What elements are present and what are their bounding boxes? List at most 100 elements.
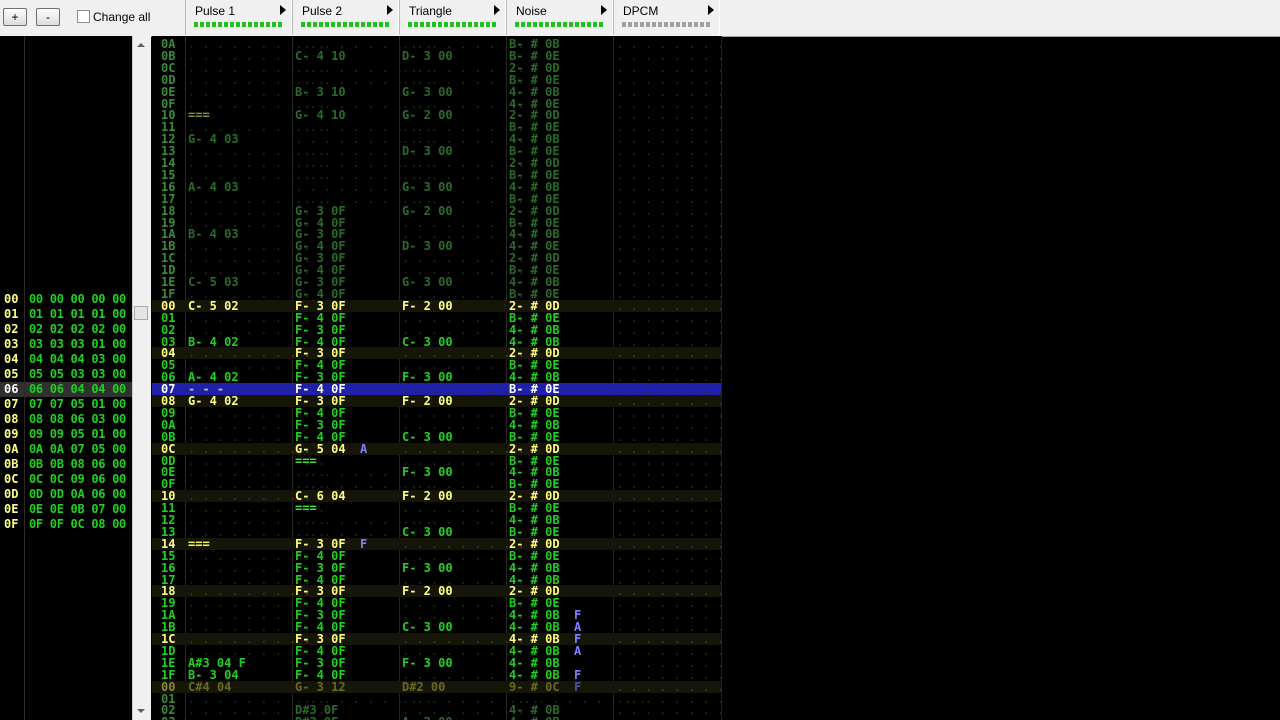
frame-pattern-values: 0B 0B 08 06 00 [29, 457, 126, 471]
scroll-down-arrow-icon[interactable] [137, 709, 145, 713]
frame-pattern-values: 04 04 04 03 00 [29, 352, 126, 366]
frame-list[interactable]: 00 00 00 00 00 00 01 01 01 01 01 00 02 02 02 … [0, 36, 132, 720]
channel-menu-arrow-icon[interactable] [601, 5, 607, 15]
frame-number: 00 [4, 292, 19, 306]
note-cell-dpcm[interactable]: . . . . . . . . . . [616, 312, 722, 324]
channel-menu-arrow-icon[interactable] [494, 5, 500, 15]
note-cell-dpcm[interactable]: . . . . . . . . . . [616, 62, 722, 74]
frame-pattern-values: 0F 0F 0C 08 00 [29, 517, 126, 531]
change-all-label: Change all [93, 10, 151, 24]
frame-row[interactable]: 05 05 05 03 03 00 [0, 367, 132, 382]
row-number: 16 [161, 560, 176, 575]
channel-menu-arrow-icon[interactable] [708, 5, 714, 15]
frame-row[interactable]: 0C 0C 0C 09 06 00 [0, 472, 132, 487]
note-cell-dpcm[interactable]: . . . . . . . . . . [616, 193, 722, 205]
pattern-row[interactable]: 03 . . . . . . . . . . D#3 0F A- 2 00 4- # 0… [152, 716, 722, 720]
row-number: 0D [161, 72, 176, 87]
frame-row[interactable]: 07 07 07 05 01 00 [0, 397, 132, 412]
frame-pattern-values: 03 03 03 01 00 [29, 337, 126, 351]
scroll-thumb[interactable] [134, 306, 148, 320]
change-all-checkbox[interactable]: Change all [77, 10, 150, 24]
frame-number: 05 [4, 367, 19, 381]
row-number: 00 [161, 298, 176, 313]
row-number: 18 [161, 203, 176, 218]
note-cell-dpcm[interactable]: . . . . . . . . . . [616, 205, 722, 217]
channel-header-pulse-1[interactable]: Pulse 1 [185, 0, 292, 35]
note-cell-dpcm[interactable]: . . . . . . . . . . [616, 443, 722, 455]
volume-meter [301, 22, 391, 27]
frame-pattern-values: 06 06 04 04 00 [29, 382, 126, 396]
frame-row[interactable]: 01 01 01 01 01 00 [0, 307, 132, 322]
row-number: 0C [161, 441, 176, 456]
frame-row[interactable]: 09 09 09 05 01 00 [0, 427, 132, 442]
frame-number: 0B [4, 457, 19, 471]
frame-row[interactable]: 03 03 03 03 01 00 [0, 337, 132, 352]
frame-number: 0A [4, 442, 19, 456]
row-number: 1F [161, 667, 176, 682]
note-cell-dpcm[interactable]: . . . . . . . . . . [616, 562, 722, 574]
note-cell-dpcm[interactable]: . . . . . . . . . . [616, 716, 722, 720]
note-cell-noi[interactable]: 4- # 0B [509, 716, 560, 720]
channel-name: Noise [516, 4, 547, 18]
frame-number: 04 [4, 352, 19, 366]
channel-name: DPCM [623, 4, 659, 18]
channel-menu-arrow-icon[interactable] [387, 5, 393, 15]
frame-pattern-values: 0E 0E 0B 07 00 [29, 502, 126, 516]
channel-name: Pulse 1 [195, 4, 236, 18]
note-cell-dpcm[interactable]: . . . . . . . . . . [616, 669, 722, 681]
frame-row[interactable]: 00 00 00 00 00 00 [0, 292, 132, 307]
frame-toolbar: + - Change all [0, 0, 152, 37]
frame-row[interactable]: 02 02 02 02 02 00 [0, 322, 132, 337]
channel-header: Pulse 1 Pulse 2 Triangle Noise DPCM [152, 0, 1280, 37]
channel-header-dpcm[interactable]: DPCM [613, 0, 720, 35]
pattern-editor[interactable]: 0A. . . . . . . . . .. . . . . . . . . .… [152, 36, 722, 720]
frame-number: 01 [4, 307, 19, 321]
volume-meter [194, 22, 284, 27]
frame-row[interactable]: 0A 0A 0A 07 05 00 [0, 442, 132, 457]
scroll-up-arrow-icon[interactable] [137, 43, 145, 47]
note-cell-tri[interactable]: A- 2 00 [402, 716, 453, 720]
checkbox-box[interactable] [77, 10, 90, 23]
frame-row[interactable]: 04 04 04 04 03 00 [0, 352, 132, 367]
note-cell-dpcm[interactable]: . . . . . . . . . . [616, 419, 722, 431]
row-number: 00 [161, 679, 176, 694]
frame-number: 0D [4, 487, 19, 501]
note-cell-dpcm[interactable]: . . . . . . . . . . [616, 181, 722, 193]
remove-frame-button[interactable]: - [36, 8, 60, 26]
frame-pattern-values: 00 00 00 00 00 [29, 292, 126, 306]
frame-number: 0C [4, 472, 19, 486]
note-cell-dpcm[interactable]: . . . . . . . . . . [616, 300, 722, 312]
frame-number: 0F [4, 517, 19, 531]
channel-header-pulse-2[interactable]: Pulse 2 [292, 0, 399, 35]
note-cell-dpcm[interactable]: . . . . . . . . . . [616, 538, 722, 550]
frame-row[interactable]: 0F 0F 0F 0C 08 00 [0, 517, 132, 532]
frame-row[interactable]: 0D 0D 0D 0A 06 00 [0, 487, 132, 502]
channel-menu-arrow-icon[interactable] [280, 5, 286, 15]
add-frame-button[interactable]: + [3, 8, 27, 26]
row-number: 0C [161, 60, 176, 75]
frame-pattern-values: 0C 0C 09 06 00 [29, 472, 126, 486]
frame-row[interactable]: 06 06 06 04 04 00 [0, 382, 132, 397]
channel-header-noise[interactable]: Noise [506, 0, 613, 35]
frame-pattern-values: 02 02 02 02 00 [29, 322, 126, 336]
frame-number: 06 [4, 382, 19, 396]
row-number: 1E [161, 655, 176, 670]
note-cell-dpcm[interactable]: . . . . . . . . . . [616, 74, 722, 86]
frame-pattern-values: 08 08 06 03 00 [29, 412, 126, 426]
channel-header-triangle[interactable]: Triangle [399, 0, 506, 35]
channel-name: Pulse 2 [302, 4, 343, 18]
frame-row[interactable]: 0B 0B 0B 08 06 00 [0, 457, 132, 472]
frame-row[interactable]: 0E 0E 0E 0B 07 00 [0, 502, 132, 517]
frame-divider [24, 36, 25, 720]
note-cell-dpcm[interactable]: . . . . . . . . . . [616, 657, 722, 669]
frame-pattern-values: 09 09 05 01 00 [29, 427, 126, 441]
frame-row[interactable]: 08 08 08 06 03 00 [0, 412, 132, 427]
frame-scrollbar[interactable] [132, 36, 151, 720]
volume-meter [515, 22, 605, 27]
frame-pattern-values: 05 05 03 03 00 [29, 367, 126, 381]
note-cell-dpcm[interactable]: . . . . . . . . . . [616, 86, 722, 98]
note-cell-dpcm[interactable]: . . . . . . . . . . [616, 324, 722, 336]
note-cell-p2[interactable]: D#3 0F [295, 716, 338, 720]
note-cell-dpcm[interactable]: . . . . . . . . . . [616, 431, 722, 443]
note-cell-dpcm[interactable]: . . . . . . . . . . [616, 550, 722, 562]
